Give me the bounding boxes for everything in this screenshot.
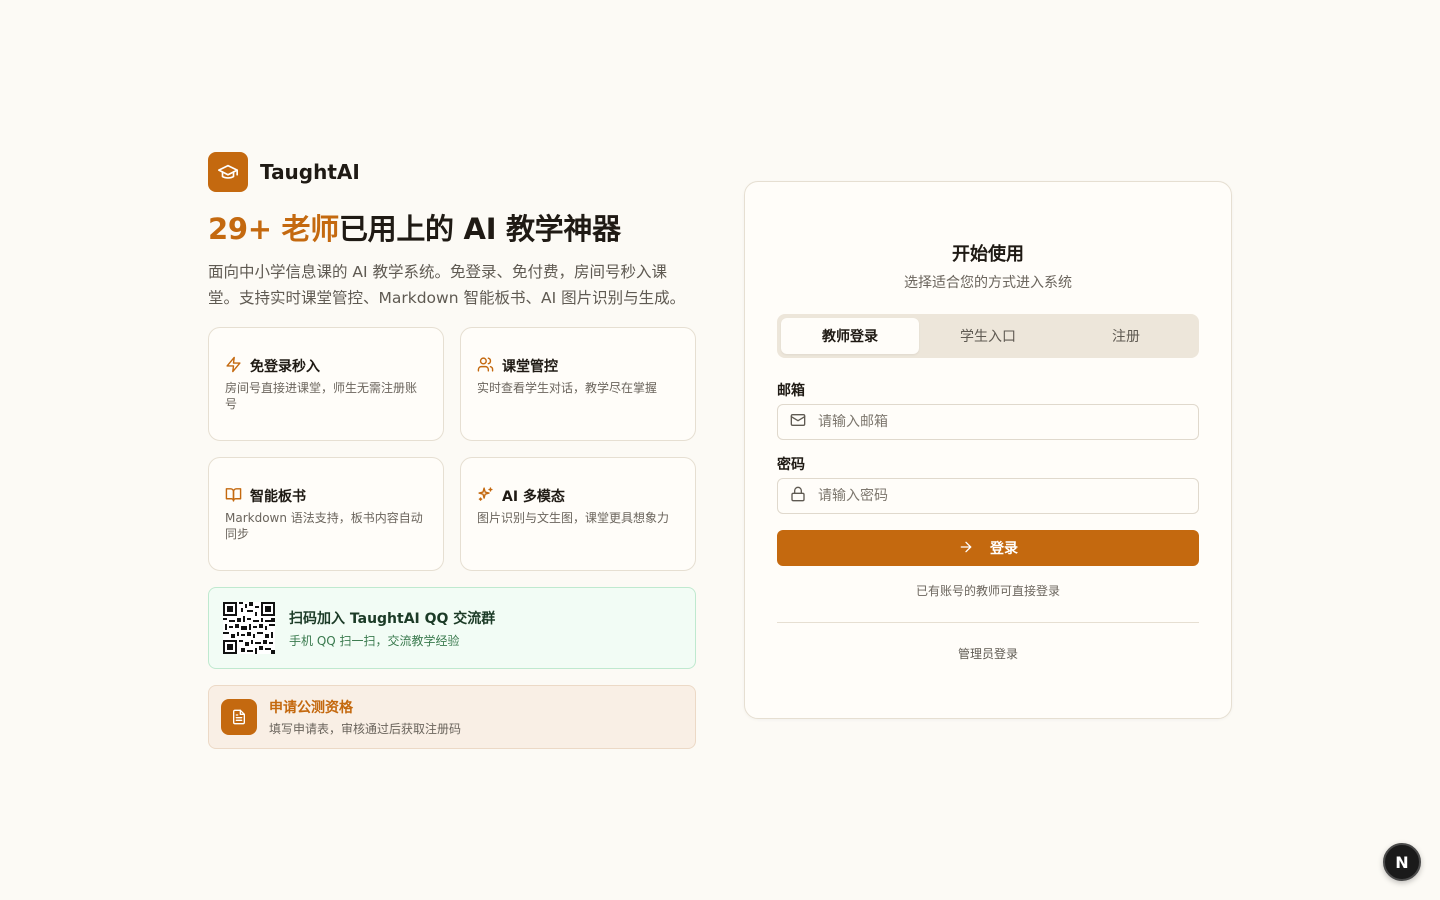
badge-letter: N bbox=[1395, 852, 1409, 872]
headline-rest: 已用上的 AI 教学神器 bbox=[338, 212, 621, 246]
book-open-icon bbox=[225, 486, 242, 507]
headline: 29+ 老师已用上的 AI 教学神器 bbox=[208, 209, 696, 249]
email-label: 邮箱 bbox=[777, 383, 805, 399]
feature-title: 课堂管控 bbox=[502, 359, 558, 375]
apply-title: 申请公测资格 bbox=[269, 700, 353, 716]
qq-group-banner: 扫码加入 TaughtAI QQ 交流群 手机 QQ 扫一扫，交流教学经验 bbox=[208, 587, 696, 669]
feature-title: 免登录秒入 bbox=[250, 359, 320, 375]
qq-title: 扫码加入 TaughtAI QQ 交流群 bbox=[289, 610, 496, 627]
lock-icon bbox=[790, 486, 806, 506]
qr-code-icon bbox=[223, 602, 275, 654]
login-tabs: 教师登录 学生入口 注册 bbox=[777, 314, 1199, 358]
feature-card: 课堂管控 实时查看学生对话，教学尽在掌握 bbox=[460, 327, 696, 441]
graduation-cap-icon bbox=[208, 152, 248, 192]
brand: TaughtAI bbox=[208, 152, 696, 192]
file-text-icon bbox=[221, 699, 257, 735]
sparkles-icon bbox=[477, 486, 494, 507]
email-input[interactable] bbox=[818, 414, 1198, 430]
feature-title: AI 多模态 bbox=[502, 489, 565, 505]
users-icon bbox=[477, 356, 494, 377]
feature-desc: 实时查看学生对话，教学尽在掌握 bbox=[477, 381, 658, 395]
arrow-right-icon bbox=[958, 539, 990, 558]
email-field bbox=[777, 404, 1199, 440]
hero-section: TaughtAI 29+ 老师已用上的 AI 教学神器 面向中小学信息课的 AI… bbox=[208, 152, 696, 749]
tab-student-entry[interactable]: 学生入口 bbox=[919, 318, 1057, 354]
password-input[interactable] bbox=[818, 488, 1198, 504]
admin-login-link[interactable]: 管理员登录 bbox=[745, 645, 1231, 662]
feature-card: AI 多模态 图片识别与文生图，课堂更具想象力 bbox=[460, 457, 696, 571]
password-label: 密码 bbox=[777, 457, 805, 473]
divider bbox=[777, 622, 1199, 623]
hero-subtitle: 面向中小学信息课的 AI 教学系统。免登录、免付费，房间号秒入课堂。支持实时课堂… bbox=[208, 263, 686, 307]
login-hint: 已有账号的教师可直接登录 bbox=[915, 584, 1060, 598]
feature-card: 免登录秒入 房间号直接进课堂，师生无需注册账号 bbox=[208, 327, 444, 441]
feature-desc: Markdown 语法支持，板书内容自动同步 bbox=[225, 511, 423, 541]
card-title: 开始使用 bbox=[952, 244, 1024, 265]
login-card: 开始使用 选择适合您的方式进入系统 教师登录 学生入口 注册 邮箱 密码 登录 … bbox=[744, 181, 1232, 719]
mail-icon bbox=[790, 412, 806, 432]
zap-icon bbox=[225, 356, 242, 377]
feature-desc: 图片识别与文生图，课堂更具想象力 bbox=[477, 511, 670, 525]
headline-accent: 29+ 老师 bbox=[208, 212, 339, 246]
apply-desc: 填写申请表，审核通过后获取注册码 bbox=[269, 722, 462, 736]
nextjs-dev-badge[interactable]: N bbox=[1383, 843, 1421, 881]
brand-name: TaughtAI bbox=[260, 160, 360, 184]
feature-card: 智能板书 Markdown 语法支持，板书内容自动同步 bbox=[208, 457, 444, 571]
tab-register[interactable]: 注册 bbox=[1057, 318, 1195, 354]
password-field bbox=[777, 478, 1199, 514]
card-subtitle: 选择适合您的方式进入系统 bbox=[904, 275, 1072, 291]
feature-title: 智能板书 bbox=[250, 489, 306, 505]
login-button-label: 登录 bbox=[990, 540, 1018, 556]
tab-teacher-login[interactable]: 教师登录 bbox=[781, 318, 919, 354]
login-button[interactable]: 登录 bbox=[777, 530, 1199, 566]
qq-desc: 手机 QQ 扫一扫，交流教学经验 bbox=[289, 633, 460, 648]
feature-desc: 房间号直接进课堂，师生无需注册账号 bbox=[225, 381, 418, 411]
feature-grid: 免登录秒入 房间号直接进课堂，师生无需注册账号 课堂管控 实时查看学生对话，教学… bbox=[208, 327, 696, 571]
apply-beta-banner[interactable]: 申请公测资格 填写申请表，审核通过后获取注册码 bbox=[208, 685, 696, 749]
